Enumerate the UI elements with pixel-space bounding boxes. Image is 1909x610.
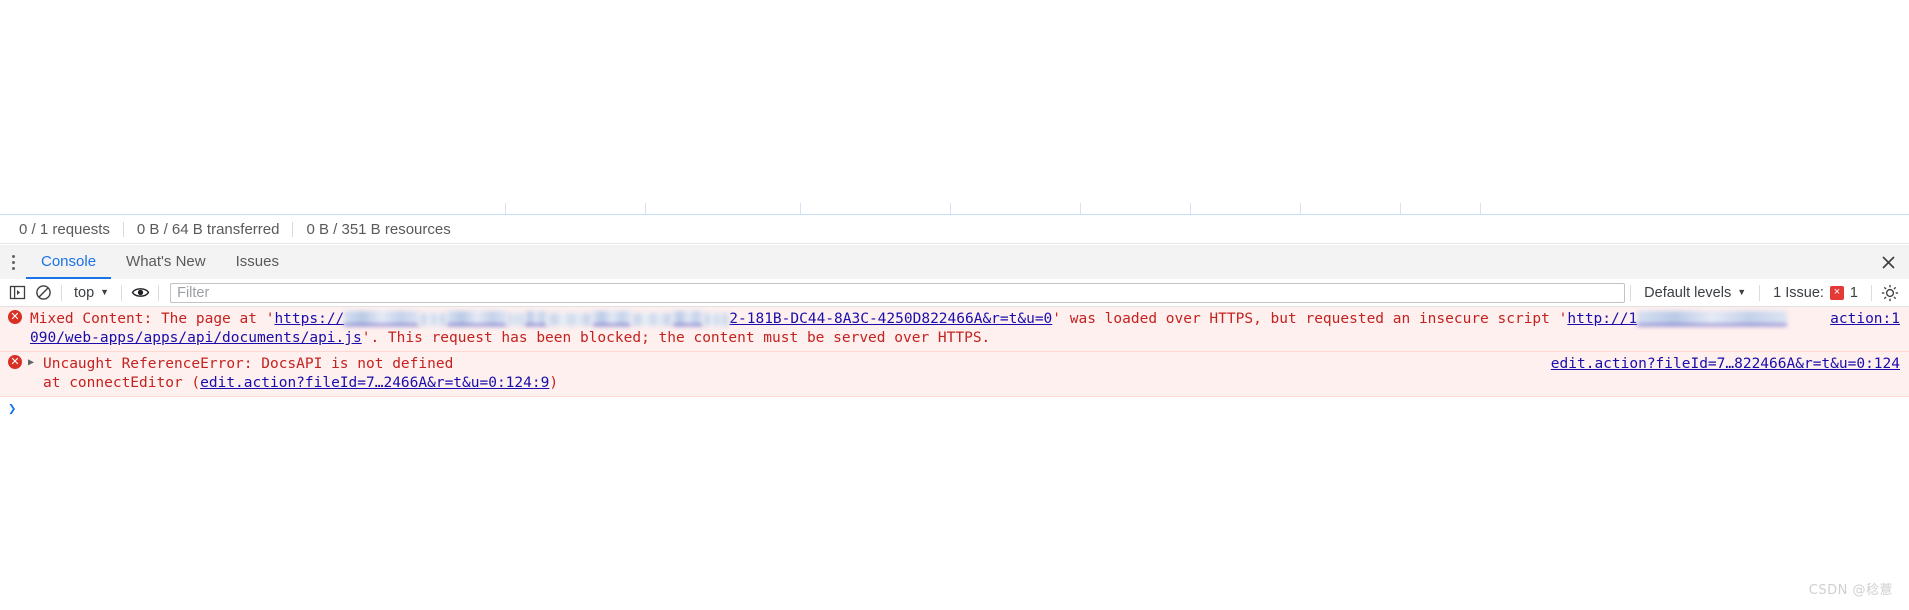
redacted-url-segment bbox=[593, 311, 632, 326]
watermark: CSDN @稔薏 bbox=[1808, 583, 1893, 598]
network-summary-bar: 0 / 1 requests 0 B / 64 B transferred 0 … bbox=[0, 215, 1909, 244]
divider bbox=[1759, 284, 1761, 301]
divider bbox=[1630, 284, 1632, 301]
redacted-url-segment bbox=[507, 313, 526, 326]
redacted-url-segment bbox=[673, 311, 704, 326]
message-segment: Uncaught ReferenceError: DocsAPI is not … bbox=[43, 356, 454, 372]
stack-frame-link[interactable]: edit.action?fileId=7…2466A&r=t&u=0:124:9 bbox=[200, 375, 549, 391]
issues-counter[interactable]: 1 Issue: × 1 bbox=[1765, 285, 1866, 301]
search-input[interactable]: Filter bbox=[170, 282, 1626, 303]
redacted-url-segment bbox=[447, 311, 508, 326]
drawer-tabstrip: Console What's New Issues bbox=[0, 245, 1909, 280]
filter-placeholder: Filter bbox=[177, 284, 210, 301]
prompt-caret-icon: ❯ bbox=[8, 401, 17, 417]
log-levels-selector[interactable]: Default levels ▼ bbox=[1636, 285, 1754, 301]
close-icon[interactable] bbox=[1867, 245, 1909, 279]
execution-context-selector[interactable]: top ▼ bbox=[67, 282, 116, 304]
divider bbox=[158, 284, 160, 301]
divider bbox=[1871, 284, 1872, 301]
message-link[interactable]: 090/web-apps/apps/api/documents/api.js bbox=[30, 330, 362, 346]
resources-size: 0 B / 351 B resources bbox=[306, 220, 451, 238]
issues-error-count: 1 bbox=[1849, 284, 1858, 301]
sidebar-toggle-icon[interactable] bbox=[4, 280, 30, 306]
timeline-tick bbox=[505, 203, 506, 214]
timeline-tick bbox=[1080, 203, 1081, 214]
tab-whats-new[interactable]: What's New bbox=[111, 245, 221, 279]
message-link[interactable]: https:// bbox=[274, 311, 344, 327]
redacted-url-segment bbox=[344, 311, 420, 326]
divider bbox=[61, 284, 62, 301]
redacted-url-segment bbox=[525, 311, 548, 326]
chevron-down-icon: ▼ bbox=[100, 287, 110, 297]
log-levels-value: Default levels bbox=[1644, 284, 1732, 301]
eye-icon[interactable] bbox=[127, 280, 153, 306]
timeline-tick bbox=[1300, 203, 1301, 214]
message-segment: Mixed Content: The page at ' bbox=[30, 311, 275, 327]
message-text: Uncaught ReferenceError: DocsAPI is not … bbox=[0, 355, 1909, 374]
gear-icon[interactable] bbox=[1877, 280, 1903, 306]
issues-label: 1 Issue: bbox=[1773, 284, 1824, 301]
tabstrip-spacer bbox=[294, 245, 1867, 279]
message-segment: ' was loaded over HTTPS, but requested a… bbox=[1052, 311, 1568, 327]
timeline-tick bbox=[950, 203, 951, 214]
timeline-tick bbox=[645, 203, 646, 214]
stack-frame-prefix: at connectEditor ( bbox=[43, 375, 201, 391]
message-link[interactable]: 2-181B-DC44-8A3C-4250D822466A&r=t&u=0 bbox=[729, 311, 1052, 327]
requests-count: 0 / 1 requests bbox=[19, 220, 110, 238]
tab-console-label: Console bbox=[41, 252, 97, 270]
execution-context-value: top bbox=[74, 284, 95, 301]
chevron-down-icon: ▼ bbox=[1737, 287, 1747, 297]
redacted-url-segment bbox=[703, 313, 730, 326]
timeline-tick bbox=[800, 203, 801, 214]
network-timeline-ruler bbox=[0, 200, 1909, 215]
redacted-url-segment bbox=[547, 313, 594, 326]
tab-issues-label: Issues bbox=[235, 252, 279, 270]
stack-frame-suffix: ) bbox=[549, 375, 559, 391]
message-link[interactable]: http://1 bbox=[1567, 311, 1637, 327]
tab-issues[interactable]: Issues bbox=[221, 245, 294, 279]
console-toolbar: top ▼ Filter Default levels ▼ 1 Issue: ×… bbox=[0, 279, 1909, 307]
network-panel-area bbox=[0, 0, 1909, 215]
timeline-tick bbox=[1400, 203, 1401, 214]
timeline-tick bbox=[1190, 203, 1191, 214]
redacted-url-segment bbox=[631, 313, 674, 326]
devtools-window: 0 / 1 requests 0 B / 64 B transferred 0 … bbox=[0, 0, 1909, 610]
console-prompt[interactable]: ❯ bbox=[0, 397, 1909, 421]
console-message-error[interactable]: ✕ ▶ edit.action?fileId=7…822466A&r=t&u=0… bbox=[0, 352, 1909, 397]
timeline-tick bbox=[1480, 203, 1481, 214]
tab-whats-new-label: What's New bbox=[126, 252, 206, 270]
kebab-menu-icon[interactable] bbox=[0, 245, 26, 279]
error-badge-icon: × bbox=[1829, 285, 1844, 300]
message-segment: '. This request has been blocked; the co… bbox=[361, 330, 991, 346]
transferred-size: 0 B / 64 B transferred bbox=[136, 220, 280, 238]
tab-console[interactable]: Console bbox=[26, 245, 112, 279]
redacted-url-segment bbox=[419, 313, 448, 326]
divider bbox=[121, 284, 123, 301]
redacted-url-segment bbox=[1637, 311, 1788, 326]
console-message-error[interactable]: ✕ action:1 Mixed Content: The page at 'h… bbox=[0, 307, 1909, 352]
console-message-list[interactable]: ✕ action:1 Mixed Content: The page at 'h… bbox=[0, 307, 1909, 610]
message-text: Mixed Content: The page at 'https:// 2-18… bbox=[0, 310, 1909, 348]
clear-console-icon[interactable] bbox=[30, 280, 56, 306]
stack-frame: at connectEditor (edit.action?fileId=7…2… bbox=[0, 374, 1909, 393]
